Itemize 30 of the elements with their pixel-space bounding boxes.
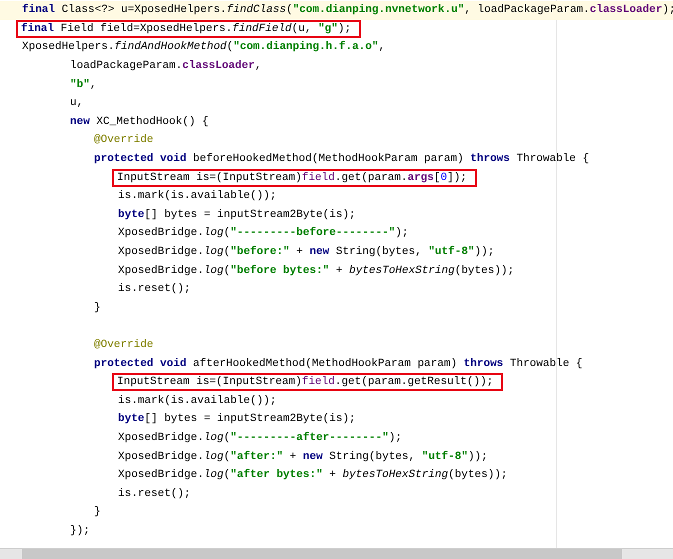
code-line: XposedBridge.log("after:" + new String(bytes, "utf-8")); [118,450,488,464]
code-line: u, [70,96,84,110]
code-line: XposedBridge.log("before:" + new String(bytes, "utf-8")); [118,245,494,260]
code-line: XposedBridge.log("---------after--------"); [118,430,402,445]
code-line: @Override [94,133,154,148]
code-line: InputStream is=(InputStream)field.get(param.getResult()); [114,375,502,390]
code-line: } [94,505,101,520]
code-line: } [94,300,101,315]
code-line: protected void afterHookedMethod(MethodHookParam param) throws Throwable { [94,356,582,371]
code-line: protected void beforeHookedMethod(MethodHookParam param) throws Throwable { [94,152,590,166]
code-line: is.mark(is.available()); [118,189,276,204]
scrollbar-track[interactable] [0,548,673,559]
code-line: loadPackageParam.classLoader, [70,59,262,74]
code-line: new XC_MethodHook() { [70,114,209,129]
code-line: @Override [94,338,154,352]
code-line: byte[] bytes = inputStream2Byte(is); [118,208,356,222]
code-line: XposedBridge.log("after bytes:" + bytesToHexString(bytes)); [118,468,508,482]
code-line: XposedBridge.log("---------before--------"); [118,226,408,240]
code-line: is.mark(is.available()); [118,394,276,408]
code-line: final Class<?> u=XposedHelpers.findClass("com.dianping.nvnetwork.u", loadPackageParam.classLoader); [22,3,673,18]
code-line: final Field field=XposedHelpers.findField(u, "g"); [18,22,360,36]
code-line: is.reset(); [118,486,191,501]
code-line: "b", [70,78,96,92]
code-line: is.reset(); [118,282,191,296]
scrollbar-thumb[interactable] [22,549,622,559]
code-line: InputStream is=(InputStream)field.get(param.args[0]); [114,170,475,185]
code-line: }); [70,524,90,538]
code-line: byte[] bytes = inputStream2Byte(is); [118,412,356,426]
code-line: XposedBridge.log("before bytes:" + bytesToHexString(bytes)); [118,264,514,278]
code-line: XposedHelpers.findAndHookMethod("com.dianping.h.f.a.o", [22,40,386,54]
